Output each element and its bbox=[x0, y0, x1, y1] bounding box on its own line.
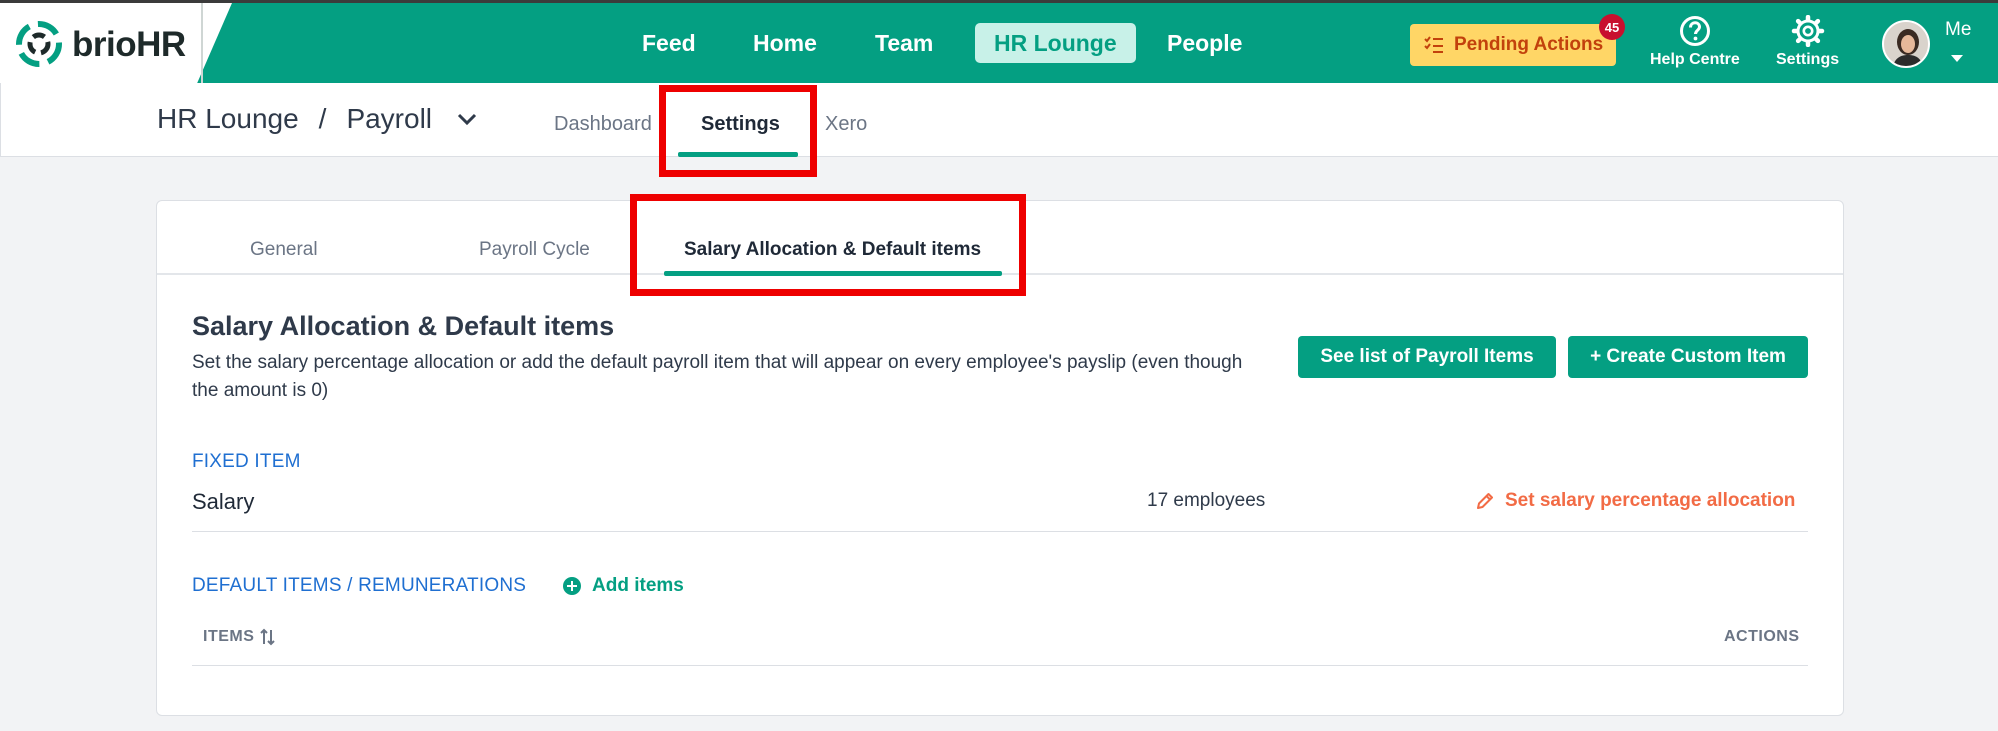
logo-divider bbox=[201, 3, 203, 83]
brio-logo-icon[interactable] bbox=[16, 21, 62, 67]
user-avatar[interactable] bbox=[1882, 20, 1930, 68]
card-tab-bar: General Payroll Cycle Salary Allocation … bbox=[157, 201, 1843, 276]
fixed-item-name: Salary bbox=[192, 489, 255, 514]
help-centre-label: Help Centre bbox=[1650, 51, 1740, 68]
breadcrumb-separator: / bbox=[318, 103, 327, 134]
add-items-label: Add items bbox=[592, 575, 684, 596]
settings-label: Settings bbox=[1776, 51, 1840, 68]
nav-feed[interactable]: Feed bbox=[623, 23, 715, 63]
avatar-image bbox=[1884, 22, 1928, 66]
nav-hr-lounge[interactable]: HR Lounge bbox=[975, 23, 1136, 63]
set-salary-allocation-link[interactable]: Set salary percentage allocation bbox=[1475, 490, 1795, 512]
tab-settings[interactable]: Settings bbox=[701, 113, 780, 136]
tab-dashboard[interactable]: Dashboard bbox=[554, 113, 652, 136]
set-salary-allocation-label: Set salary percentage allocation bbox=[1505, 490, 1796, 511]
salary-allocation-card: General Payroll Cycle Salary Allocation … bbox=[156, 200, 1844, 716]
pending-actions-badge: 45 bbox=[1599, 14, 1625, 40]
pending-actions-label: Pending Actions bbox=[1454, 34, 1604, 55]
fixed-item-divider bbox=[192, 531, 1808, 532]
breadcrumb-root[interactable]: HR Lounge bbox=[157, 103, 299, 135]
fixed-item-heading: FIXED ITEM bbox=[192, 451, 301, 472]
tab-xero[interactable]: Xero bbox=[825, 113, 867, 136]
page-subheader: HR Lounge / Payroll Dashboard Settings X… bbox=[0, 83, 1998, 157]
brand-name-part2: HR bbox=[136, 25, 186, 64]
breadcrumb-current: Payroll bbox=[346, 103, 433, 134]
breadcrumb: HR Lounge / Payroll bbox=[157, 103, 478, 135]
chevron-down-icon[interactable] bbox=[456, 112, 478, 126]
brand-logo[interactable]: brioHR bbox=[72, 25, 186, 65]
add-items-button[interactable]: Add items bbox=[562, 575, 684, 597]
items-column-header[interactable]: ITEMS bbox=[203, 628, 276, 646]
help-centre-button[interactable]: Help Centre bbox=[1650, 15, 1740, 69]
caret-down-icon[interactable] bbox=[1951, 55, 1963, 62]
create-custom-item-button[interactable]: + Create Custom Item bbox=[1568, 336, 1808, 378]
fixed-item-employee-count: 17 employees bbox=[1147, 490, 1266, 511]
active-tab-indicator bbox=[678, 152, 798, 157]
section-title: Salary Allocation & Default items bbox=[192, 311, 615, 341]
default-items-heading: DEFAULT ITEMS / REMUNERATIONS bbox=[192, 575, 527, 596]
tab-payroll-cycle[interactable]: Payroll Cycle bbox=[479, 239, 590, 261]
sort-icon[interactable] bbox=[260, 628, 276, 646]
see-payroll-items-button[interactable]: See list of Payroll Items bbox=[1298, 336, 1556, 378]
top-navigation-bar: brioHR Feed Home Team HR Lounge People P… bbox=[0, 0, 1998, 83]
section-description: Set the salary percentage allocation or … bbox=[192, 352, 1243, 401]
settings-button[interactable]: Settings bbox=[1776, 15, 1839, 69]
pencil-icon bbox=[1477, 493, 1493, 509]
question-circle-icon bbox=[1679, 16, 1710, 46]
tab-general[interactable]: General bbox=[250, 239, 318, 261]
pending-actions-button[interactable]: Pending Actions bbox=[1410, 24, 1616, 66]
nav-team[interactable]: Team bbox=[856, 23, 952, 63]
plus-circle-icon bbox=[563, 577, 581, 595]
actions-column-header: ACTIONS bbox=[1724, 628, 1800, 645]
active-card-tab-indicator bbox=[664, 271, 1002, 276]
user-menu-label[interactable]: Me bbox=[1945, 19, 1971, 41]
items-column-label: ITEMS bbox=[203, 628, 255, 645]
brand-name-part1: brio bbox=[72, 25, 137, 64]
gear-icon bbox=[1791, 15, 1824, 47]
table-header-divider bbox=[192, 665, 1808, 666]
checklist-icon bbox=[1424, 36, 1443, 53]
nav-home[interactable]: Home bbox=[734, 23, 836, 63]
tab-salary-allocation[interactable]: Salary Allocation & Default items bbox=[684, 239, 981, 261]
nav-people[interactable]: People bbox=[1148, 23, 1261, 63]
